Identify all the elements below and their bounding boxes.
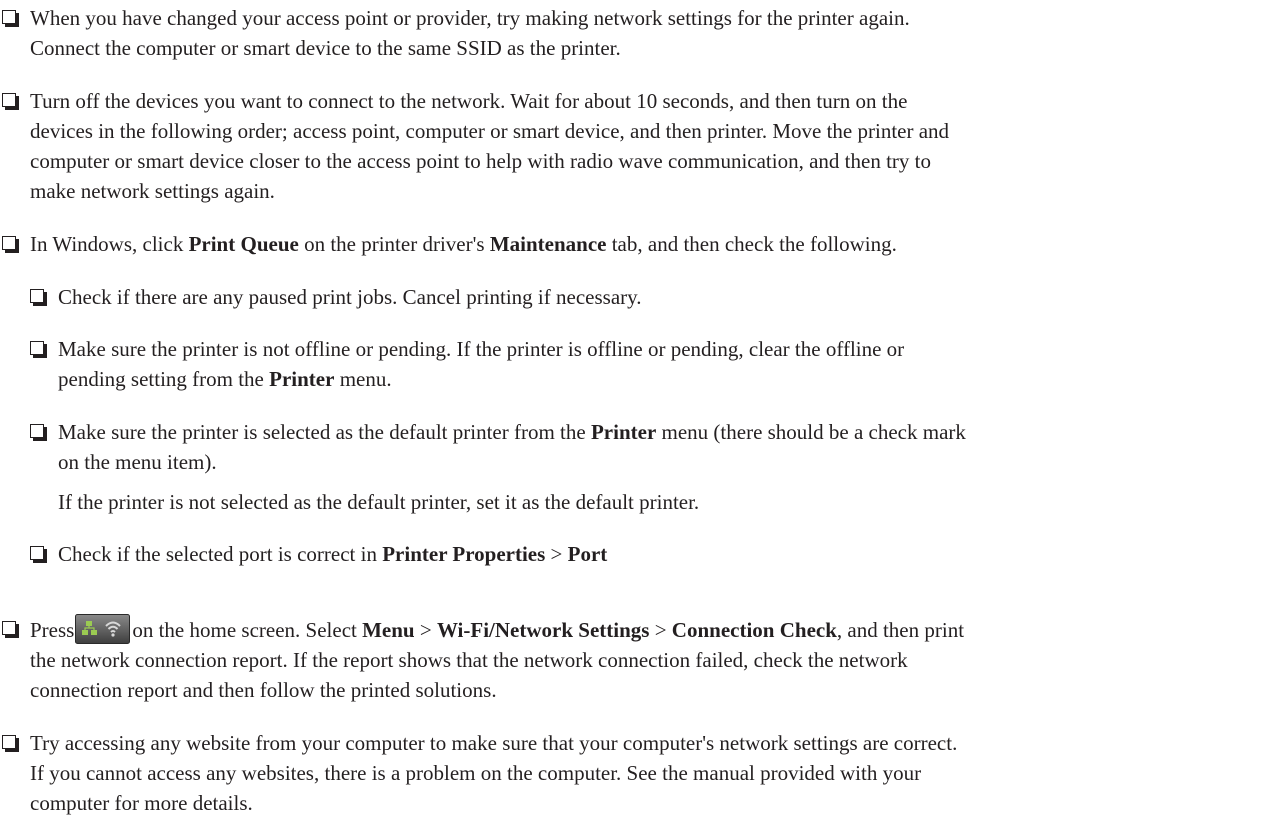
item-text: Try accessing any website from your comp…: [30, 731, 958, 815]
checkbox-bullet-icon: [2, 236, 19, 253]
ui-term: Port: [567, 542, 608, 566]
item-text: When you have changed your access point …: [30, 6, 910, 60]
checkbox-bullet-icon: [30, 289, 47, 306]
checkbox-bullet-icon: [2, 93, 19, 110]
checkbox-bullet-icon: [2, 735, 19, 752]
ui-term: Printer: [590, 420, 657, 444]
item-text: Check if there are any paused print jobs…: [58, 285, 642, 309]
item-text: Make sure the printer is selected as the…: [58, 420, 966, 474]
item-text: Turn off the devices you want to connect…: [30, 89, 950, 203]
checkbox-bullet-icon: [30, 546, 47, 563]
checkbox-bullet-icon: [30, 424, 47, 441]
checkbox-bullet-icon: [2, 10, 19, 27]
item-text: Make sure the printer is not offline or …: [58, 337, 905, 391]
item-text: Press on the home screen. Select Menu > W…: [30, 614, 1287, 705]
note-text: If the printer is not selected as the de…: [58, 490, 700, 514]
ui-term: Printer: [269, 367, 335, 391]
ui-term: Maintenance: [489, 232, 607, 256]
ui-term: Connection Check: [671, 618, 837, 642]
checkbox-bullet-icon: [30, 341, 47, 358]
ui-term: Printer Properties: [382, 542, 546, 566]
ui-term: Menu: [362, 618, 415, 642]
ui-term: Print Queue: [188, 232, 299, 256]
network-status-icon: [75, 614, 131, 644]
item-text: In Windows, click Print Queue on the pri…: [30, 232, 897, 256]
ui-term: Wi-Fi/Network Settings: [436, 618, 650, 642]
checkbox-bullet-icon: [2, 621, 19, 638]
item-text: Check if the selected port is correct in…: [58, 542, 608, 566]
